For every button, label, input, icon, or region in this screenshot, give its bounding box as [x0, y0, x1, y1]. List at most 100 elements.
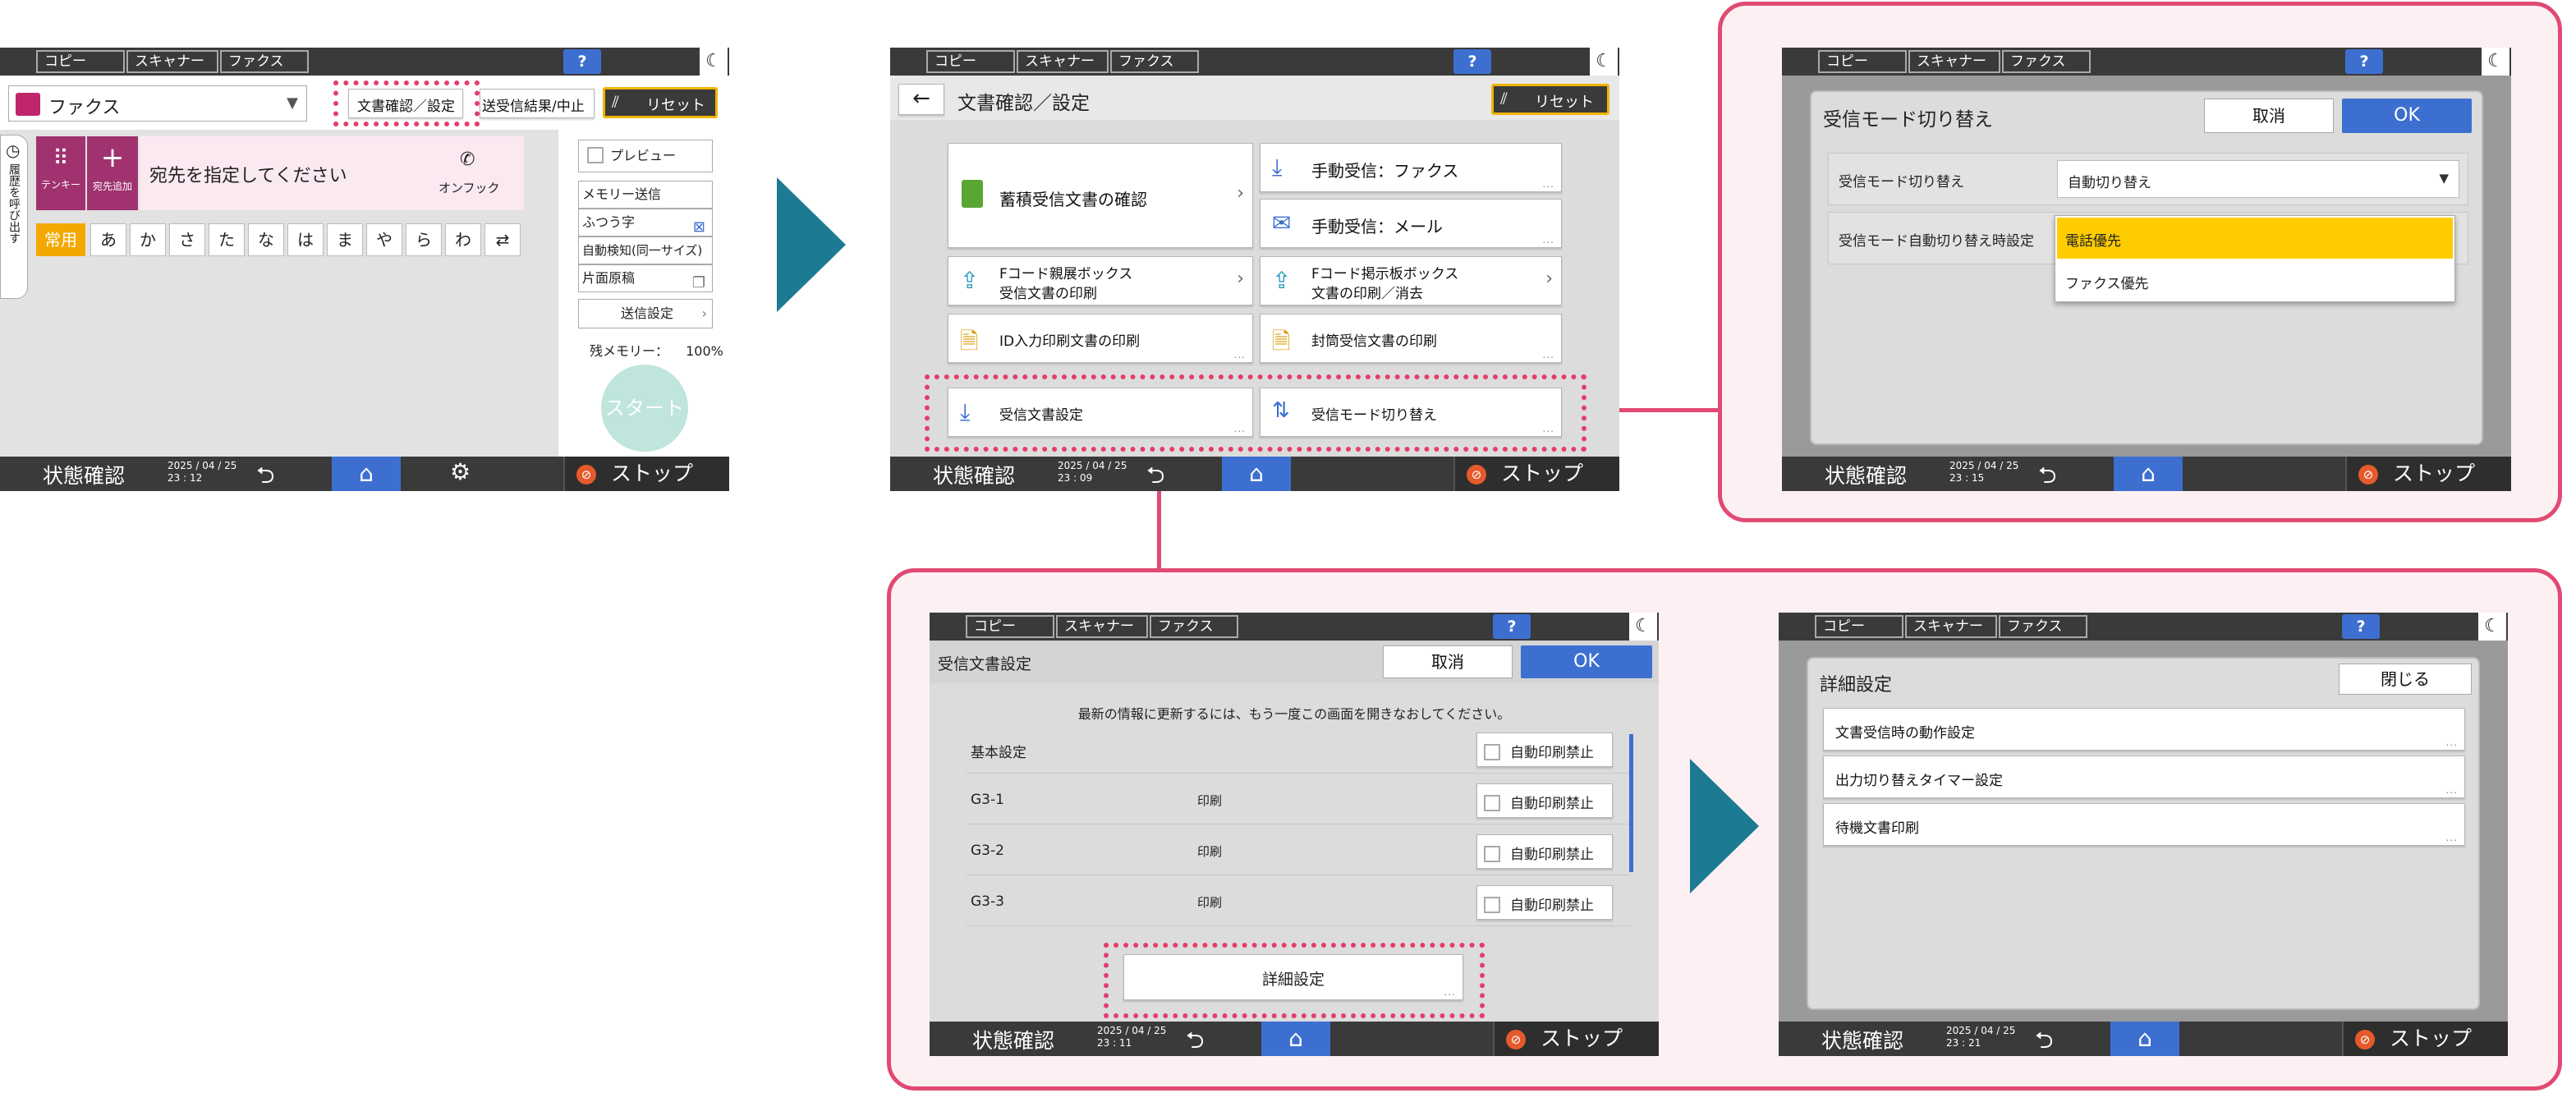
option-fax-priority[interactable]: ファクス優先 [2057, 260, 2453, 300]
help-button[interactable]: ? [1453, 49, 1491, 74]
back-icon[interactable]: ⮌ [256, 458, 274, 491]
cancel-button[interactable]: 取消 [1383, 645, 1513, 678]
gear-icon[interactable]: ⚙ [450, 458, 471, 485]
help-button[interactable]: ? [1493, 614, 1531, 639]
reset-button[interactable]: ⫽ リセット [603, 87, 718, 118]
normal-char-option[interactable]: ふつう字 ⊠ [578, 209, 713, 237]
moon-icon[interactable]: ☾ [700, 48, 728, 76]
stop-button[interactable]: ⊘ ストップ [2342, 1022, 2508, 1056]
auto-detect-option[interactable]: 自動検知(同一サイズ) [578, 237, 713, 264]
list-item[interactable]: 出力切り替えタイマー設定... [1823, 755, 2465, 798]
moon-icon[interactable]: ☾ [1590, 48, 1618, 76]
tab-scanner[interactable]: スキャナー [126, 50, 218, 73]
tab-fax[interactable]: ファクス [1999, 615, 2087, 638]
auto-print-toggle[interactable]: 自動印刷禁止 [1476, 885, 1613, 920]
home-button[interactable]: ⌂ [1222, 457, 1291, 491]
manual-mail-button[interactable]: ✉ 手動受信：メール ... [1260, 199, 1562, 248]
close-button[interactable]: 閉じる [2339, 664, 2472, 695]
list-item[interactable]: 文書受信時の動作設定... [1823, 708, 2465, 751]
home-button[interactable]: ⌂ [2114, 457, 2183, 491]
kana-wa[interactable]: わ [445, 223, 481, 256]
tenkey-button[interactable]: ⠿ テンキー [36, 136, 85, 210]
reset-button[interactable]: ⫽ リセット [1491, 84, 1609, 115]
memory-send-option[interactable]: メモリー送信 [578, 181, 713, 209]
send-settings-button[interactable]: 送信設定 › [578, 299, 713, 328]
tab-copy[interactable]: コピー [36, 50, 125, 73]
status-button[interactable]: 状態確認 [1821, 1025, 1903, 1054]
one-side-option[interactable]: 片面原稿 ❐ [578, 264, 713, 292]
option-phone-priority[interactable]: 電話優先 [2057, 218, 2453, 259]
moon-icon[interactable]: ☾ [1629, 613, 1657, 641]
kana-ka[interactable]: か [130, 223, 166, 256]
tab-scanner[interactable]: スキャナー [1017, 50, 1109, 73]
home-icon: ⌂ [359, 460, 374, 487]
tab-fax[interactable]: ファクス [2002, 50, 2091, 73]
tab-scanner[interactable]: スキャナー [1056, 615, 1148, 638]
ok-button[interactable]: OK [1521, 645, 1652, 678]
back-button[interactable]: ← [898, 84, 944, 115]
home-button[interactable]: ⌂ [2110, 1022, 2179, 1056]
sealed-print-button[interactable]: 🗎 封筒受信文書の印刷 ... [1260, 314, 1562, 363]
tab-copy[interactable]: コピー [1815, 615, 1903, 638]
auto-print-toggle[interactable]: 自動印刷禁止 [1476, 783, 1613, 818]
auto-print-toggle[interactable]: 自動印刷禁止 [1476, 834, 1613, 869]
preview-button[interactable]: プレビュー [578, 140, 713, 172]
stop-button[interactable]: ⊘ ストップ [1493, 1022, 1659, 1056]
scrollbar[interactable] [1629, 734, 1633, 872]
tab-fax[interactable]: ファクス [1110, 50, 1199, 73]
status-button[interactable]: 状態確認 [1825, 460, 1907, 489]
kana-a[interactable]: あ [90, 223, 126, 256]
tab-scanner[interactable]: スキャナー [1905, 615, 1997, 638]
help-button[interactable]: ? [2345, 49, 2383, 74]
back-icon[interactable]: ⮌ [2035, 1023, 2053, 1056]
moon-icon[interactable]: ☾ [2482, 48, 2509, 76]
result-button[interactable]: 送受信結果/中止 [480, 89, 595, 118]
stored-docs-button[interactable]: 蓄積受信文書の確認 › [948, 143, 1253, 248]
tab-copy[interactable]: コピー [926, 50, 1015, 73]
id-print-button[interactable]: 🗎 ID入力印刷文書の印刷 ... [948, 314, 1253, 363]
help-button[interactable]: ? [563, 49, 601, 74]
kana-ha[interactable]: は [287, 223, 324, 256]
tab-fax[interactable]: ファクス [1150, 615, 1238, 638]
tab-fax[interactable]: ファクス [220, 50, 309, 73]
tab-copy[interactable]: コピー [1818, 50, 1907, 73]
fcode-board-button[interactable]: ⇪ Fコード掲示板ボックス 文書の印刷／消去 › [1260, 256, 1562, 305]
back-icon[interactable]: ⮌ [1146, 458, 1164, 491]
tab-copy[interactable]: コピー [966, 615, 1054, 638]
stop-button[interactable]: ⊘ ストップ [2345, 457, 2511, 491]
mode-select[interactable]: 自動切り替え ▼ [2057, 160, 2459, 198]
kana-ta[interactable]: た [209, 223, 245, 256]
tab-scanner[interactable]: スキャナー [1908, 50, 2000, 73]
kana-frequent[interactable]: 常用 [36, 223, 85, 256]
start-button[interactable]: スタート [601, 365, 688, 452]
home-button[interactable]: ⌂ [1261, 1022, 1330, 1056]
mail-icon: ✉ [1272, 209, 1292, 237]
list-item[interactable]: 待機文書印刷... [1823, 803, 2465, 846]
destination-field[interactable]: 宛先を指定してください ✆ オンフック [140, 136, 524, 210]
back-icon[interactable]: ⮌ [2038, 458, 2056, 491]
table-row: 基本設定 自動印刷禁止 [966, 724, 1631, 774]
manual-fax-button[interactable]: ⤓ 手動受信：ファクス ... [1260, 143, 1562, 192]
back-icon[interactable]: ⮌ [1186, 1023, 1204, 1056]
kana-switch[interactable]: ⇄ [484, 223, 521, 256]
add-destination-button[interactable]: + 宛先追加 [87, 136, 138, 210]
stop-button[interactable]: ⊘ ストップ [1453, 457, 1619, 491]
status-button[interactable]: 状態確認 [43, 460, 125, 489]
kana-sa[interactable]: さ [169, 223, 205, 256]
kana-ra[interactable]: ら [406, 223, 442, 256]
app-select[interactable]: ファクス ▼ [8, 85, 307, 122]
status-button[interactable]: 状態確認 [972, 1025, 1054, 1054]
cancel-button[interactable]: 取消 [2204, 99, 2334, 133]
kana-ya[interactable]: や [366, 223, 402, 256]
history-side-tab[interactable]: ◷ 履歴を呼び出す [0, 135, 28, 299]
stop-button[interactable]: ⊘ ストップ [563, 457, 729, 491]
auto-print-toggle[interactable]: 自動印刷禁止 [1476, 732, 1613, 767]
kana-na[interactable]: な [248, 223, 284, 256]
home-button[interactable]: ⌂ [332, 457, 401, 491]
fcode-personal-button[interactable]: ⇪ Fコード親展ボックス 受信文書の印刷 › [948, 256, 1253, 305]
status-button[interactable]: 状態確認 [933, 460, 1015, 489]
kana-ma[interactable]: ま [327, 223, 363, 256]
help-button[interactable]: ? [2342, 614, 2380, 639]
moon-icon[interactable]: ☾ [2478, 613, 2506, 641]
ok-button[interactable]: OK [2342, 99, 2472, 133]
